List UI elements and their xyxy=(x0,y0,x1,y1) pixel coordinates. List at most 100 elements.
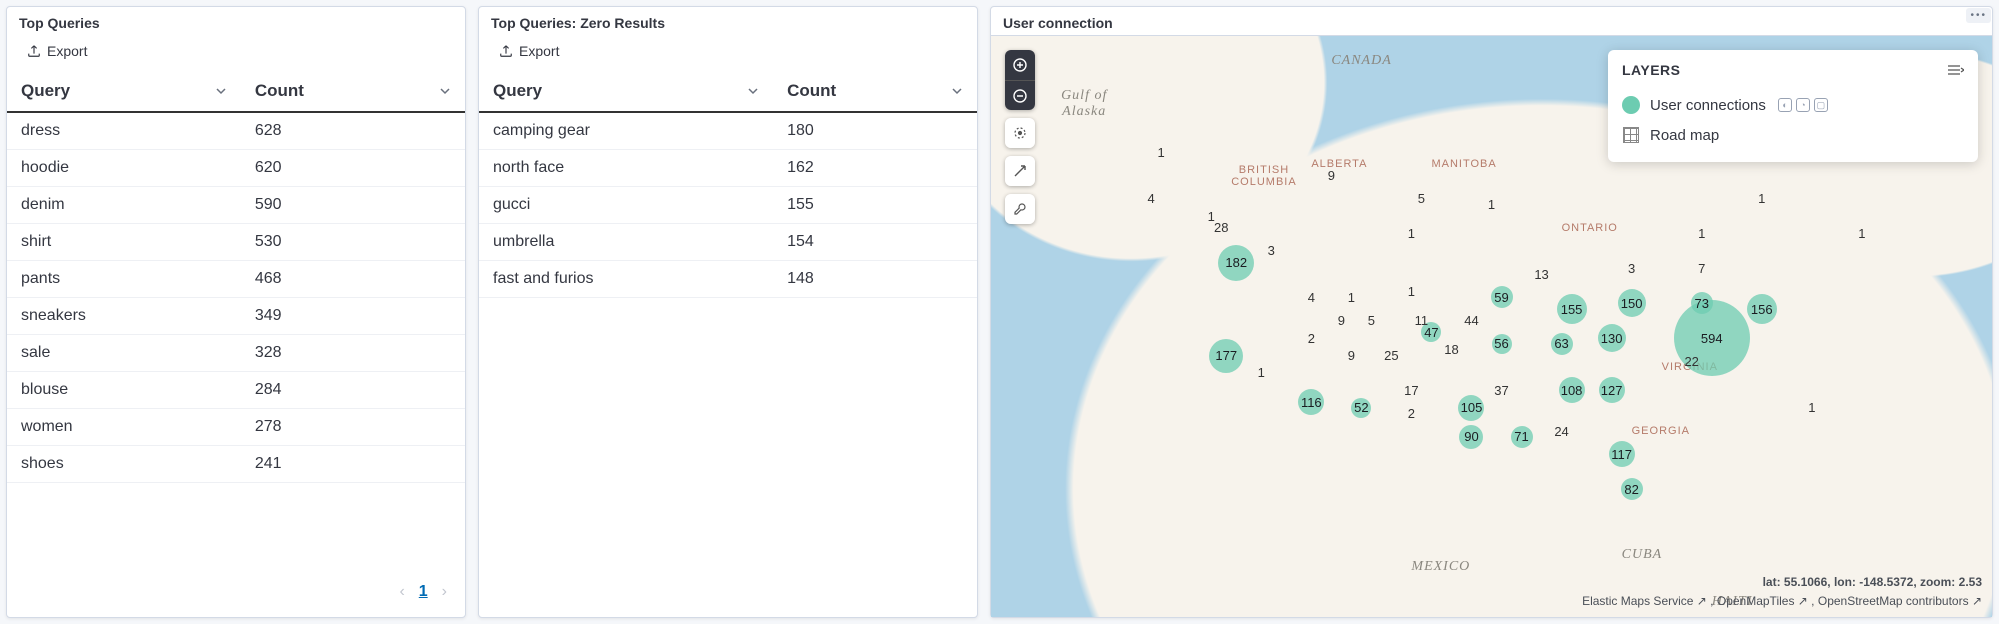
cluster-count[interactable]: 7 xyxy=(1693,259,1711,277)
panel-title: Top Queries: Zero Results xyxy=(479,7,977,35)
cluster-bubble[interactable]: 82 xyxy=(1621,478,1643,500)
cluster-count[interactable]: 44 xyxy=(1462,312,1480,330)
layer-user-connections[interactable]: User connections ◐◔▢ xyxy=(1622,90,1964,120)
table-row[interactable]: shoes241 xyxy=(7,446,465,483)
cluster-count[interactable]: 22 xyxy=(1683,352,1701,370)
tools-button[interactable] xyxy=(1005,194,1035,224)
cluster-bubble[interactable]: 150 xyxy=(1618,289,1646,317)
cell-count: 530 xyxy=(241,224,465,261)
table-row[interactable]: denim590 xyxy=(7,187,465,224)
cluster-bubble[interactable]: 182 xyxy=(1218,245,1254,281)
cell-count: 148 xyxy=(773,261,977,298)
panel-options-button[interactable]: ••• xyxy=(1966,8,1991,23)
attribution-link[interactable]: OpenMapTiles ↗ xyxy=(1717,594,1808,608)
cluster-bubble[interactable]: 63 xyxy=(1551,333,1573,355)
fit-bounds-button[interactable] xyxy=(1005,118,1035,148)
cluster-count[interactable]: 25 xyxy=(1382,347,1400,365)
cluster-bubble[interactable]: 155 xyxy=(1557,294,1587,324)
cluster-count[interactable]: 28 xyxy=(1212,219,1230,237)
page-number[interactable]: 1 xyxy=(419,583,428,601)
cluster-count[interactable]: 1 xyxy=(1402,225,1420,243)
cluster-count[interactable]: 5 xyxy=(1412,190,1430,208)
cluster-bubble[interactable]: 116 xyxy=(1298,389,1324,415)
cluster-count[interactable]: 17 xyxy=(1402,381,1420,399)
cluster-bubble[interactable]: 56 xyxy=(1492,334,1512,354)
cluster-count[interactable]: 1 xyxy=(1402,283,1420,301)
cluster-count[interactable]: 2 xyxy=(1402,405,1420,423)
layer-road-map[interactable]: Road map xyxy=(1622,120,1964,150)
cluster-count[interactable]: 3 xyxy=(1623,259,1641,277)
cluster-count[interactable]: 9 xyxy=(1322,166,1340,184)
export-button[interactable]: Export xyxy=(491,39,567,63)
table-row[interactable]: fast and furios148 xyxy=(479,261,977,298)
table-row[interactable]: umbrella154 xyxy=(479,224,977,261)
cluster-bubble[interactable]: 177 xyxy=(1209,339,1243,373)
table-row[interactable]: sale328 xyxy=(7,335,465,372)
col-count-header[interactable]: Count xyxy=(241,71,465,112)
cluster-count[interactable]: 3 xyxy=(1262,242,1280,260)
cluster-count[interactable]: 18 xyxy=(1442,341,1460,359)
col-query-header[interactable]: Query xyxy=(479,71,773,112)
attribution-link[interactable]: OpenStreetMap contributors ↗ xyxy=(1818,594,1982,608)
cell-count: 241 xyxy=(241,446,465,483)
zoom-out-button[interactable] xyxy=(1005,80,1035,110)
zoom-in-button[interactable] xyxy=(1005,50,1035,80)
cluster-count[interactable]: 1 xyxy=(1803,399,1821,417)
cell-count: 155 xyxy=(773,187,977,224)
cluster-count[interactable]: 1 xyxy=(1483,195,1501,213)
top-queries-table: Query Count dress628hoodie620denim590shi… xyxy=(7,71,465,483)
cluster-count[interactable]: 1 xyxy=(1693,225,1711,243)
cluster-count[interactable]: 1 xyxy=(1152,143,1170,161)
next-page-button[interactable]: › xyxy=(442,583,447,601)
cluster-bubble[interactable]: 117 xyxy=(1609,441,1635,467)
table-row[interactable]: gucci155 xyxy=(479,187,977,224)
cluster-bubble[interactable]: 108 xyxy=(1559,377,1585,403)
cluster-count[interactable]: 1 xyxy=(1753,190,1771,208)
layer-badges: ◐◔▢ xyxy=(1778,98,1828,112)
table-row[interactable]: hoodie620 xyxy=(7,150,465,187)
cluster-count[interactable]: 4 xyxy=(1142,190,1160,208)
cluster-count[interactable]: 9 xyxy=(1332,312,1350,330)
export-button[interactable]: Export xyxy=(19,39,95,63)
cell-query: shoes xyxy=(7,446,241,483)
table-row[interactable]: shirt530 xyxy=(7,224,465,261)
collapse-layers-icon[interactable] xyxy=(1948,64,1964,76)
cluster-count[interactable]: 9 xyxy=(1342,347,1360,365)
cluster-count[interactable]: 1 xyxy=(1853,225,1871,243)
table-row[interactable]: pants468 xyxy=(7,261,465,298)
cluster-count[interactable]: 13 xyxy=(1533,265,1551,283)
table-row[interactable]: women278 xyxy=(7,409,465,446)
cluster-count[interactable]: 1 xyxy=(1342,288,1360,306)
table-row[interactable]: camping gear180 xyxy=(479,112,977,150)
fullscreen-button[interactable] xyxy=(1005,156,1035,186)
attribution-link[interactable]: Elastic Maps Service ↗ xyxy=(1582,594,1707,608)
cluster-bubble[interactable]: 105 xyxy=(1458,395,1484,421)
cluster-bubble[interactable]: 73 xyxy=(1691,292,1713,314)
cluster-bubble[interactable]: 71 xyxy=(1511,426,1533,448)
col-count-header[interactable]: Count xyxy=(773,71,977,112)
cluster-bubble[interactable]: 59 xyxy=(1491,286,1513,308)
table-row[interactable]: north face162 xyxy=(479,150,977,187)
cluster-bubble[interactable]: 127 xyxy=(1599,377,1625,403)
cluster-bubble[interactable]: 130 xyxy=(1598,324,1626,352)
table-row[interactable]: dress628 xyxy=(7,112,465,150)
cluster-count[interactable]: 1 xyxy=(1252,364,1270,382)
cluster-count[interactable]: 24 xyxy=(1553,422,1571,440)
cluster-count[interactable]: 5 xyxy=(1362,312,1380,330)
cluster-count[interactable]: 11 xyxy=(1412,312,1430,330)
cell-count: 180 xyxy=(773,112,977,150)
cluster-count[interactable]: 37 xyxy=(1493,381,1511,399)
zero-results-table: Query Count camping gear180north face162… xyxy=(479,71,977,298)
table-row[interactable]: blouse284 xyxy=(7,372,465,409)
cluster-bubble[interactable]: 156 xyxy=(1747,294,1777,324)
cluster-count[interactable]: 4 xyxy=(1302,288,1320,306)
prev-page-button[interactable]: ‹ xyxy=(399,583,404,601)
map-canvas[interactable]: LAYERS User connections ◐◔▢ Road map CAN… xyxy=(991,35,1992,617)
cluster-bubble[interactable]: 90 xyxy=(1459,425,1483,449)
cluster-bubble[interactable]: 52 xyxy=(1351,398,1371,418)
cluster-count[interactable]: 2 xyxy=(1302,329,1320,347)
col-query-header[interactable]: Query xyxy=(7,71,241,112)
map-attribution: Elastic Maps Service ↗ , OpenMapTiles ↗ … xyxy=(1582,592,1982,611)
table-row[interactable]: sneakers349 xyxy=(7,298,465,335)
chevron-down-icon xyxy=(747,85,759,97)
